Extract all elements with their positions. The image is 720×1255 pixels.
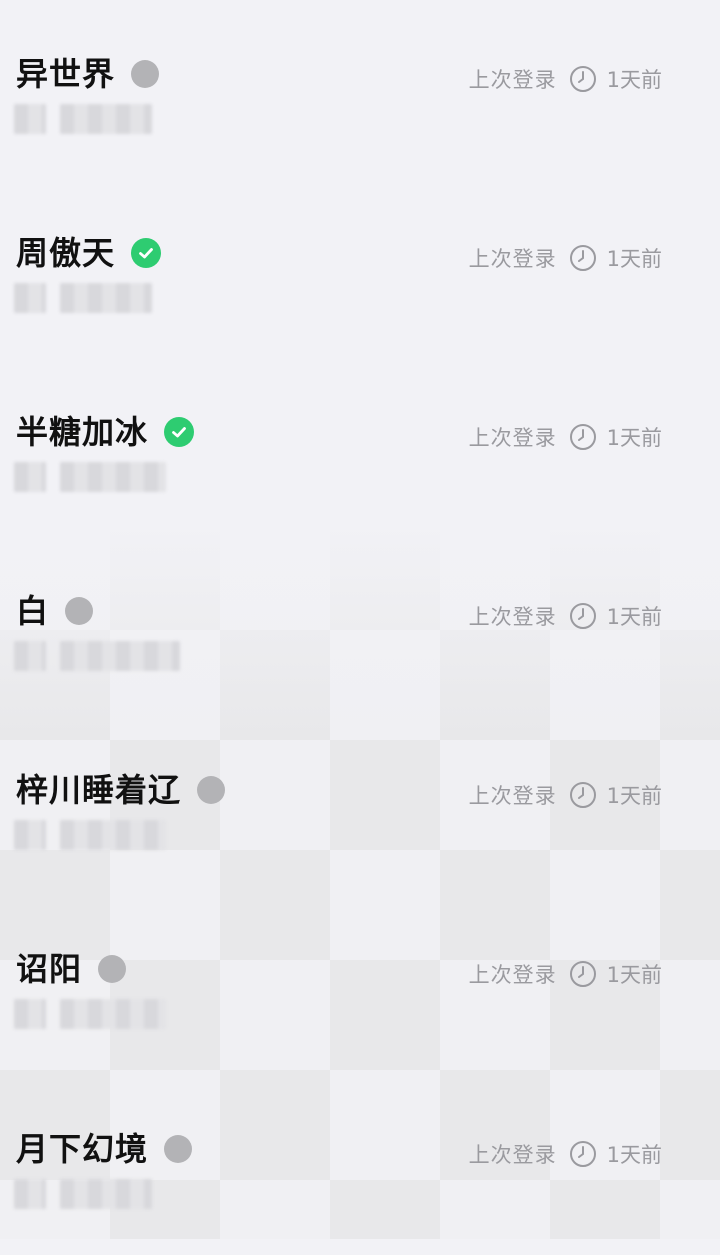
offline-status-icon (197, 776, 225, 804)
user-name-line: 白 (16, 589, 93, 633)
user-row[interactable]: 月下幻境 上次登录 1天前 (0, 1075, 720, 1255)
last-login-info: 上次登录 1天前 (469, 957, 662, 991)
user-row[interactable]: 半糖加冰 上次登录 1天前 (0, 358, 720, 538)
last-login-label: 上次登录 (469, 243, 557, 273)
blurred-user-info (14, 999, 166, 1033)
blurred-user-info (14, 283, 152, 317)
user-row[interactable]: 诏阳 上次登录 1天前 (0, 895, 720, 1075)
last-login-info: 上次登录 1天前 (469, 599, 662, 633)
last-login-info: 上次登录 1天前 (469, 241, 662, 275)
clock-icon (569, 960, 597, 988)
last-login-info: 上次登录 1天前 (469, 778, 662, 812)
user-name: 诏阳 (16, 947, 82, 991)
user-name: 梓川睡着辽 (16, 768, 181, 812)
last-login-time: 1天前 (607, 64, 662, 94)
clock-icon (569, 65, 597, 93)
verified-check-icon (131, 238, 161, 268)
blurred-user-info (14, 1179, 152, 1213)
clock-icon (569, 781, 597, 809)
last-login-label: 上次登录 (469, 780, 557, 810)
offline-status-icon (164, 1135, 192, 1163)
last-login-time: 1天前 (607, 1139, 662, 1169)
user-name-line: 半糖加冰 (16, 410, 194, 454)
user-list: 异世界 上次登录 1天前 周傲天 上次登录 (0, 0, 720, 1239)
user-row[interactable]: 梓川睡着辽 上次登录 1天前 (0, 716, 720, 896)
last-login-info: 上次登录 1天前 (469, 62, 662, 96)
last-login-time: 1天前 (607, 601, 662, 631)
last-login-time: 1天前 (607, 243, 662, 273)
user-name: 白 (16, 589, 49, 633)
last-login-label: 上次登录 (469, 422, 557, 452)
user-row[interactable]: 白 上次登录 1天前 (0, 537, 720, 717)
clock-icon (569, 244, 597, 272)
verified-check-icon (164, 417, 194, 447)
offline-status-icon (131, 60, 159, 88)
last-login-info: 上次登录 1天前 (469, 420, 662, 454)
last-login-label: 上次登录 (469, 1139, 557, 1169)
user-name-line: 月下幻境 (16, 1127, 192, 1171)
offline-status-icon (98, 955, 126, 983)
blurred-user-info (14, 462, 166, 496)
last-login-label: 上次登录 (469, 959, 557, 989)
user-row[interactable]: 周傲天 上次登录 1天前 (0, 179, 720, 359)
last-login-label: 上次登录 (469, 601, 557, 631)
last-login-label: 上次登录 (469, 64, 557, 94)
user-name: 异世界 (16, 52, 115, 96)
user-name: 月下幻境 (16, 1127, 148, 1171)
clock-icon (569, 1140, 597, 1168)
user-name-line: 梓川睡着辽 (16, 768, 225, 812)
user-name-line: 诏阳 (16, 947, 126, 991)
blurred-user-info (14, 820, 166, 854)
user-name: 半糖加冰 (16, 410, 148, 454)
blurred-user-info (14, 104, 152, 138)
user-row[interactable]: 异世界 上次登录 1天前 (0, 0, 720, 180)
last-login-time: 1天前 (607, 422, 662, 452)
last-login-time: 1天前 (607, 959, 662, 989)
last-login-info: 上次登录 1天前 (469, 1137, 662, 1171)
clock-icon (569, 602, 597, 630)
user-name: 周傲天 (16, 231, 115, 275)
clock-icon (569, 423, 597, 451)
offline-status-icon (65, 597, 93, 625)
last-login-time: 1天前 (607, 780, 662, 810)
user-name-line: 异世界 (16, 52, 159, 96)
user-name-line: 周傲天 (16, 231, 161, 275)
blurred-user-info (14, 641, 180, 675)
